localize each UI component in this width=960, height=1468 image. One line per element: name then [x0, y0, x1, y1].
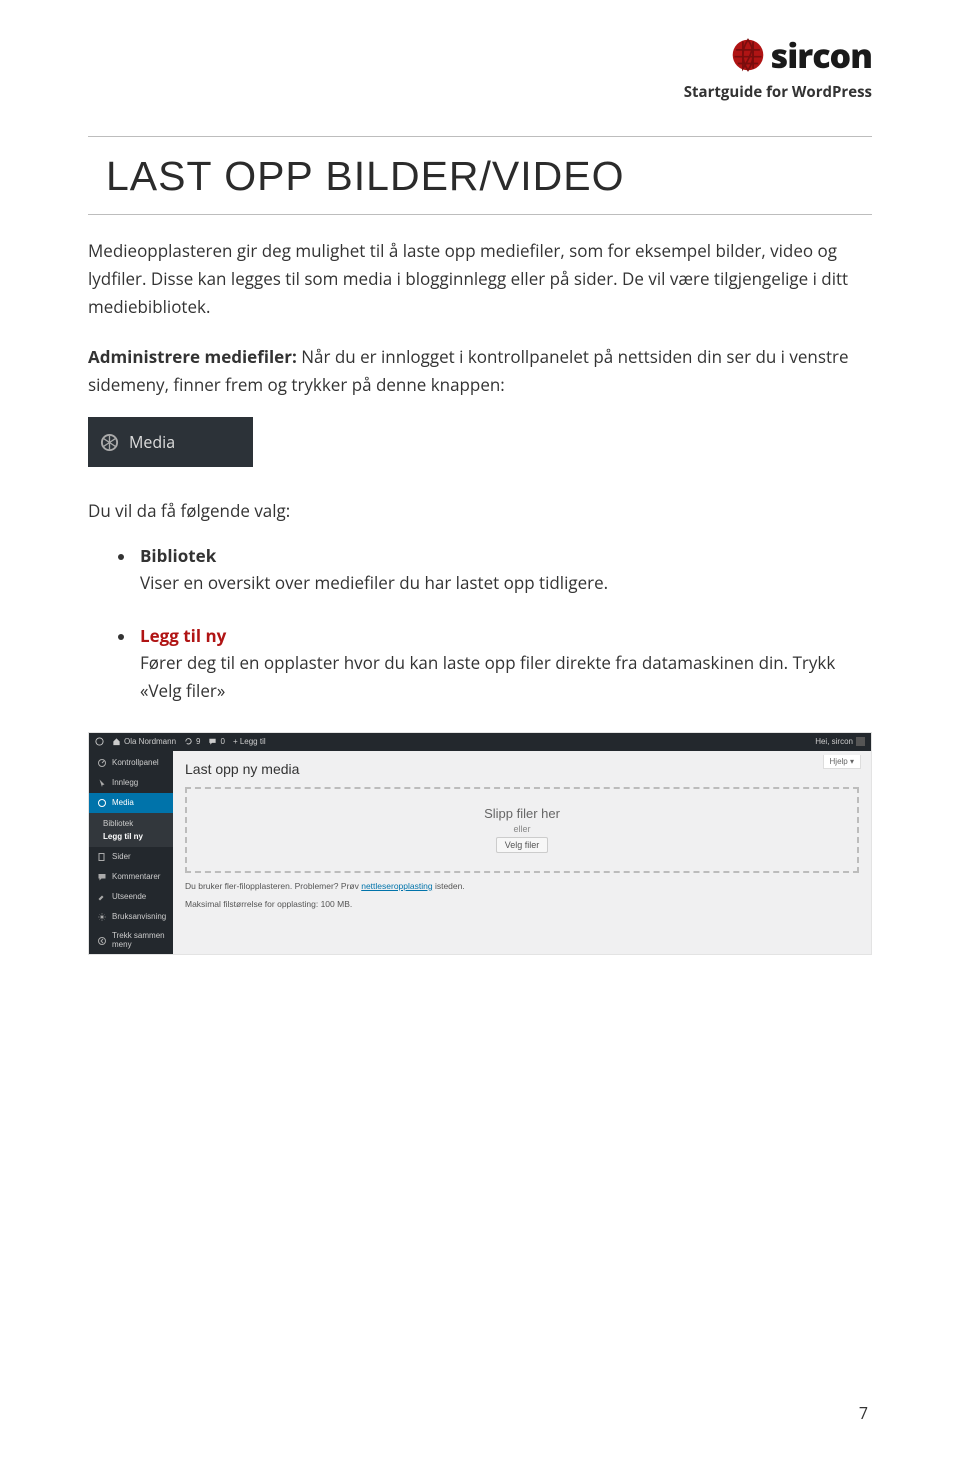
header-subtitle: Startguide for WordPress — [88, 82, 872, 102]
dropzone-main-text: Slipp filer her — [484, 806, 560, 821]
wp-site-name: Ola Nordmann — [124, 737, 176, 746]
collapse-icon — [97, 936, 107, 946]
sidebar-label: Trekk sammen meny — [112, 932, 165, 950]
page-title: LAST OPP BILDER/VIDEO — [106, 153, 872, 200]
wp-logo-icon[interactable] — [95, 737, 104, 746]
dropzone-or-text: eller — [513, 824, 530, 834]
wp-updates[interactable]: 9 — [184, 737, 200, 746]
pin-icon — [97, 778, 107, 788]
sidebar-label: Kommentarer — [112, 872, 160, 881]
bullet-icon — [118, 554, 124, 560]
globe-icon — [731, 38, 765, 72]
followup-text: Du vil da få følgende valg: — [88, 499, 872, 522]
admin-bold: Administrere mediefiler: — [88, 345, 297, 368]
wp-updates-count: 9 — [196, 737, 200, 746]
admin-paragraph: Administrere mediefiler: Når du er innlo… — [88, 343, 872, 399]
choice-desc: Viser en oversikt over mediefiler du har… — [140, 569, 872, 596]
media-icon — [97, 798, 107, 808]
upload-dropzone[interactable]: Slipp filer her eller Velg filer — [185, 787, 859, 873]
sidebar-item-media[interactable]: Media — [89, 793, 173, 813]
sidebar-item-kontrollpanel[interactable]: Kontrollpanel — [89, 753, 173, 773]
wp-main-content: Hjelp ▾ Last opp ny media Slipp filer he… — [173, 751, 871, 955]
wp-comments-count: 0 — [220, 737, 224, 746]
choose-files-button[interactable]: Velg filer — [496, 837, 549, 853]
choice-title: Bibliotek — [140, 544, 216, 567]
dashboard-icon — [97, 758, 107, 768]
sidebar-label: Utseende — [112, 892, 146, 901]
brand-logo: sircon — [731, 32, 872, 78]
wordpress-upload-screenshot: Ola Nordmann 9 0 + Legg til Hei, sircon — [88, 732, 872, 956]
bullet-icon — [118, 634, 124, 640]
gear-icon — [97, 912, 107, 922]
sidebar-submenu-media: Bibliotek Legg til ny — [89, 813, 173, 847]
uploader-note-2: Maksimal filstørrelse for opplasting: 10… — [185, 899, 859, 909]
choice-title: Legg til ny — [140, 624, 226, 647]
sidebar-label: Innlegg — [112, 778, 138, 787]
sidebar-item-sider[interactable]: Sider — [89, 847, 173, 867]
sidebar-sub-leggtilny[interactable]: Legg til ny — [103, 830, 173, 843]
wp-add-new[interactable]: + Legg til — [233, 737, 266, 746]
header-logo-row: sircon — [88, 32, 872, 78]
sidebar-item-kommentarer[interactable]: Kommentarer — [89, 867, 173, 887]
avatar-icon — [856, 737, 865, 746]
wp-comments[interactable]: 0 — [208, 737, 224, 746]
comment-icon — [97, 872, 107, 882]
wp-site-home[interactable]: Ola Nordmann — [112, 737, 176, 746]
choice-item: Legg til ny Fører deg til en opplaster h… — [118, 624, 872, 703]
page-number: 7 — [859, 1402, 868, 1424]
choice-desc: Fører deg til en opplaster hvor du kan l… — [140, 649, 872, 703]
uploader-note-1: Du bruker fler-filopplasteren. Problemer… — [185, 881, 859, 891]
wp-greeting[interactable]: Hei, sircon — [815, 737, 865, 746]
media-menu-label: Media — [129, 431, 175, 453]
wp-sidebar: Kontrollpanel Innlegg Media Bibliotek Le… — [89, 751, 173, 955]
brand-wordmark: sircon — [771, 32, 872, 78]
wp-admin-bar: Ola Nordmann 9 0 + Legg til Hei, sircon — [89, 733, 871, 751]
choice-item: Bibliotek Viser en oversikt over mediefi… — [118, 544, 872, 596]
help-tab[interactable]: Hjelp ▾ — [823, 755, 861, 769]
rule-bottom — [88, 214, 872, 215]
upload-heading: Last opp ny media — [185, 761, 859, 777]
sidebar-label: Sider — [112, 852, 131, 861]
browser-upload-link[interactable]: nettleseropplasting — [361, 881, 432, 891]
sidebar-item-utseende[interactable]: Utseende — [89, 887, 173, 907]
sidebar-sub-bibliotek[interactable]: Bibliotek — [103, 817, 173, 830]
sidebar-item-innlegg[interactable]: Innlegg — [89, 773, 173, 793]
sidebar-label: Bruksanvisning — [112, 912, 166, 921]
page-icon — [97, 852, 107, 862]
appearance-icon — [97, 892, 107, 902]
media-menu-button[interactable]: Media — [88, 417, 253, 467]
rule-top — [88, 136, 872, 137]
sidebar-label: Media — [112, 798, 134, 807]
intro-paragraph: Medieopplasteren gir deg mulighet til å … — [88, 237, 872, 321]
sidebar-label: Kontrollpanel — [112, 758, 159, 767]
sidebar-item-bruksanvisning[interactable]: Bruksanvisning — [89, 907, 173, 927]
choices-list: Bibliotek Viser en oversikt over mediefi… — [118, 544, 872, 704]
sidebar-item-collapse[interactable]: Trekk sammen meny — [89, 927, 173, 955]
media-icon — [100, 433, 119, 452]
